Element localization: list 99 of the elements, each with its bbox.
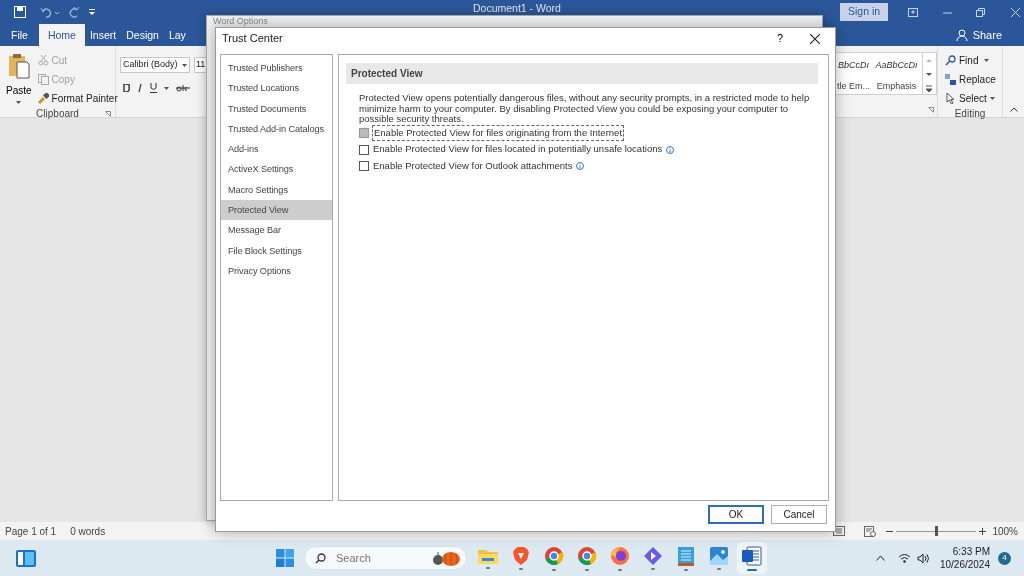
nav-item[interactable]: Trusted Add-in Catalogs xyxy=(221,118,332,140)
italic-icon[interactable] xyxy=(137,84,143,92)
word-count: 0 words xyxy=(70,524,106,539)
folder-icon xyxy=(478,547,498,564)
caret-icon xyxy=(16,101,22,104)
document-icon xyxy=(742,545,762,566)
read-mode-icon[interactable] xyxy=(833,526,846,536)
caret-icon xyxy=(182,63,187,67)
dialog-title: Word Options xyxy=(213,16,268,27)
maximize-icon[interactable] xyxy=(976,7,986,17)
search-input[interactable]: Search xyxy=(334,548,424,568)
clipboard-icon xyxy=(7,53,30,79)
zoom-level[interactable]: 100% xyxy=(992,523,1018,539)
pumpkin-icon xyxy=(431,550,461,566)
play-diamond-icon xyxy=(644,546,662,565)
photo-icon xyxy=(710,546,728,565)
nav-item[interactable]: Message Bar xyxy=(221,220,332,241)
nav-item[interactable]: File Block Settings xyxy=(221,240,332,261)
checkbox[interactable] xyxy=(359,128,369,139)
brush-icon xyxy=(37,93,49,104)
search-icon xyxy=(315,552,326,564)
collapse-ribbon-icon[interactable] xyxy=(1009,107,1018,112)
caret-icon xyxy=(984,59,990,62)
style-preset[interactable]: BbCcDı tle Em... xyxy=(836,53,871,94)
nav-item[interactable]: Add-ins xyxy=(221,139,332,160)
copy-icon xyxy=(37,74,49,85)
person-icon xyxy=(955,28,969,42)
ribbon-tab[interactable]: Home xyxy=(38,24,85,46)
save-icon xyxy=(14,6,26,18)
clock[interactable]: 6:33 PM 10/26/2024 xyxy=(939,545,990,571)
nav-item[interactable]: Privacy Options xyxy=(221,260,332,282)
taskbar-app[interactable] xyxy=(737,542,767,574)
launcher-icon[interactable] xyxy=(105,111,111,117)
style-preset[interactable]: AaBbCcDı Emphasis xyxy=(871,53,922,94)
ribbon-tab[interactable]: Lay xyxy=(163,24,191,46)
nav-item[interactable]: Trusted Locations xyxy=(221,78,332,99)
browser-icon xyxy=(610,545,630,566)
zoom-in-icon[interactable] xyxy=(979,527,987,535)
browser-icon xyxy=(544,545,564,566)
zoom-slider[interactable] xyxy=(896,525,977,537)
underline-icon[interactable] xyxy=(150,83,157,93)
caret-icon[interactable] xyxy=(164,86,169,90)
redo-icon[interactable] xyxy=(68,6,80,18)
checkbox[interactable] xyxy=(359,161,369,172)
select-button[interactable]: Select xyxy=(943,91,1002,106)
paste-button[interactable]: Paste xyxy=(6,53,32,106)
ribbon-tab[interactable]: Design xyxy=(121,24,164,46)
share-button[interactable]: Share xyxy=(949,24,1008,46)
replace-button[interactable]: Replace xyxy=(943,72,1002,87)
description: Protected View opens potentially dangerous files, without any security prompts, in a restricted mode to help minimize harm to your computer. By disabling Protected View you could be exposing your computer to possible security threats. xyxy=(359,93,811,125)
scissors-icon xyxy=(37,55,49,66)
cursor-icon xyxy=(945,93,956,104)
group-label: Clipboard xyxy=(36,107,79,121)
caret-icon xyxy=(989,97,995,100)
search-field[interactable]: Search xyxy=(304,546,467,570)
chevron-up-icon[interactable] xyxy=(875,555,885,561)
checkbox[interactable] xyxy=(359,144,369,155)
notification-badge[interactable]: 4 xyxy=(998,551,1011,565)
search-icon xyxy=(945,55,956,66)
sign-in-button[interactable]: Sign in xyxy=(840,3,889,21)
section-header: Protected View xyxy=(346,63,818,84)
nav-item[interactable]: Protected View xyxy=(221,200,332,221)
dialog-button[interactable]: Cancel xyxy=(771,505,827,524)
nav-item[interactable]: ActiveX Settings xyxy=(221,159,332,180)
find-button[interactable]: Find xyxy=(943,53,1002,68)
font-name-field[interactable]: Calibri (Body) xyxy=(120,57,190,73)
window-title: Document1 - Word xyxy=(473,3,562,14)
checkbox-label[interactable]: Enable Protected View for files originating from the Internet xyxy=(373,125,624,141)
help-button[interactable]: ? xyxy=(776,30,783,47)
replace-icon xyxy=(945,74,956,85)
format-painter-button[interactable]: Format Painter xyxy=(35,91,120,106)
widgets-icon xyxy=(16,549,36,567)
wifi-icon[interactable] xyxy=(897,553,911,563)
shield-icon xyxy=(513,546,529,565)
checkbox-label[interactable]: Enable Protected View for Outlook attachments xyxy=(373,158,573,174)
ribbon-tab[interactable]: File xyxy=(6,24,33,46)
notepad-icon xyxy=(678,545,694,566)
undo-icon[interactable] xyxy=(40,6,60,18)
dialog-button[interactable]: OK xyxy=(708,505,764,524)
nav-item[interactable]: Macro Settings xyxy=(221,179,332,201)
checkbox-label[interactable]: Enable Protected View for files located in potentially unsafe locations xyxy=(373,142,663,157)
print-layout-icon[interactable] xyxy=(864,525,877,537)
dialog-title: Trust Center xyxy=(222,31,283,47)
nav-item[interactable]: Trusted Publishers xyxy=(221,58,332,79)
ribbon-tab[interactable]: Insert xyxy=(84,24,122,46)
volume-icon[interactable] xyxy=(916,552,930,564)
launcher-icon[interactable] xyxy=(928,107,934,113)
slider-thumb[interactable] xyxy=(934,526,938,536)
close-icon[interactable] xyxy=(810,33,820,44)
ribbon-display-icon[interactable] xyxy=(908,7,919,17)
windows-icon xyxy=(276,549,294,567)
info-icon[interactable] xyxy=(576,162,585,171)
customize-icon[interactable] xyxy=(88,8,96,16)
save-button[interactable] xyxy=(14,6,26,18)
group-label: Editing xyxy=(954,107,986,121)
info-icon[interactable] xyxy=(666,145,675,154)
page-count: Page 1 of 1 xyxy=(5,524,57,539)
nav-item[interactable]: Trusted Documents xyxy=(221,98,332,119)
browser-icon xyxy=(577,545,597,566)
